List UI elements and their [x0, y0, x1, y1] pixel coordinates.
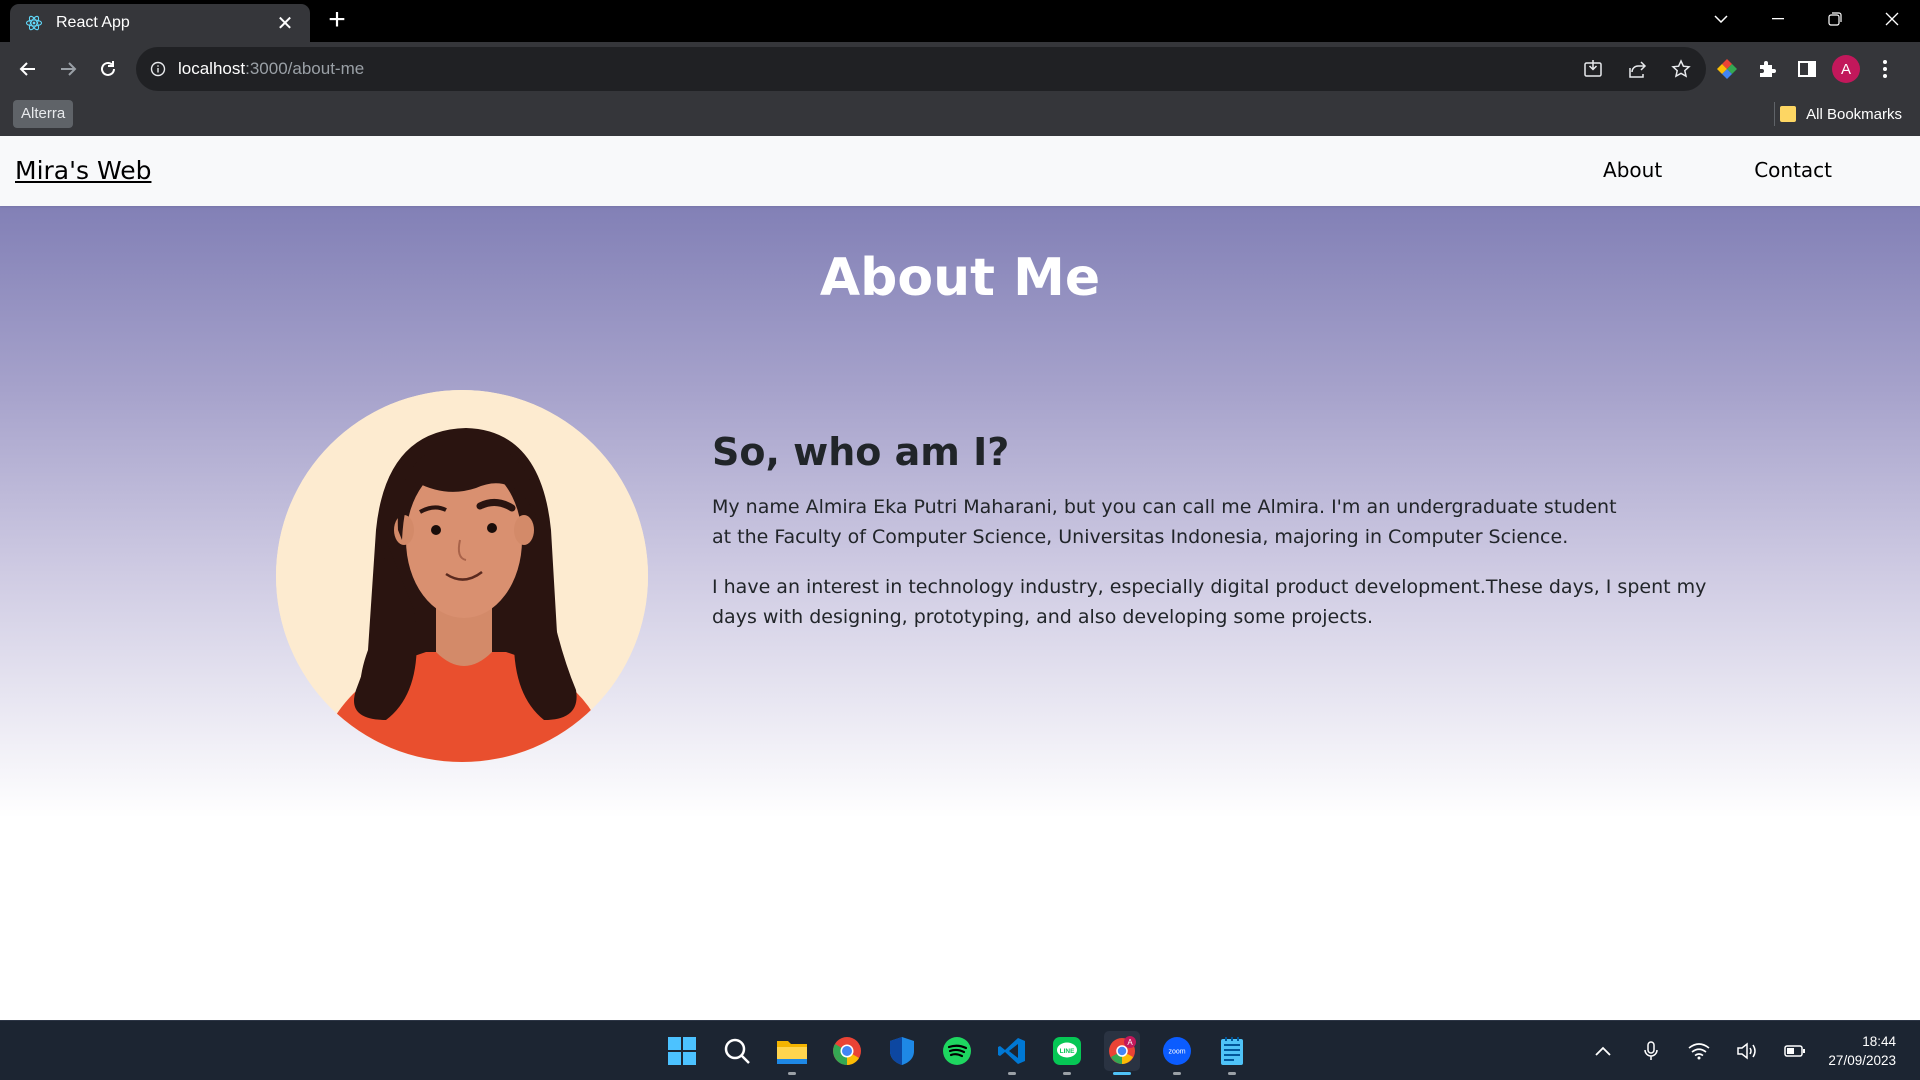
- running-indicator: [1228, 1072, 1236, 1075]
- vscode-icon[interactable]: [994, 1031, 1030, 1075]
- bookmark-alterra[interactable]: Alterra: [13, 100, 74, 128]
- all-bookmarks-label: All Bookmarks: [1806, 105, 1902, 123]
- chrome-profile-icon[interactable]: A: [1104, 1031, 1140, 1075]
- site-brand-link[interactable]: Mira's Web: [15, 156, 151, 185]
- notepad-icon[interactable]: [1214, 1031, 1250, 1075]
- battery-icon[interactable]: [1780, 1036, 1810, 1066]
- search-icon[interactable]: [719, 1031, 755, 1071]
- about-paragraph-1: My name Almira Eka Putri Maharani, but y…: [712, 496, 1617, 548]
- restore-button[interactable]: [1806, 0, 1863, 38]
- svg-text:A: A: [1127, 1038, 1133, 1047]
- tab-search-icon[interactable]: [1692, 0, 1749, 38]
- spotify-icon[interactable]: [939, 1031, 975, 1071]
- extensions-area: A: [1712, 53, 1900, 85]
- system-clock[interactable]: 18:44 27/09/2023: [1828, 1032, 1896, 1070]
- about-heading: So, who am I?: [712, 430, 1010, 474]
- bookmarks-divider: [1774, 102, 1775, 126]
- window-controls: [1692, 0, 1920, 38]
- all-bookmarks-button[interactable]: All Bookmarks: [1780, 100, 1902, 128]
- site-navbar: Mira's Web About Contact: [0, 136, 1920, 206]
- page-title: About Me: [819, 248, 1101, 308]
- file-explorer-icon[interactable]: [774, 1031, 810, 1075]
- active-indicator: [1113, 1072, 1131, 1075]
- taskbar-apps: LINE A zoom: [664, 1031, 1250, 1075]
- chevron-up-icon[interactable]: [1588, 1036, 1618, 1066]
- address-bar[interactable]: localhost:3000/about-me: [136, 47, 1706, 91]
- bookmark-star-icon[interactable]: [1666, 54, 1696, 84]
- tab-title: React App: [56, 14, 130, 31]
- microphone-icon[interactable]: [1636, 1036, 1666, 1066]
- windows-start-icon[interactable]: [664, 1031, 700, 1071]
- running-indicator: [1063, 1072, 1071, 1075]
- more-menu-icon[interactable]: [1870, 54, 1900, 84]
- wifi-icon[interactable]: [1684, 1036, 1714, 1066]
- about-paragraph-2: I have an interest in technology industr…: [712, 576, 1707, 628]
- web-page: Mira's Web About Contact About Me So, wh…: [0, 136, 1920, 1020]
- taskbar: LINE A zoom 18:44 27/09/2023: [0, 1020, 1920, 1080]
- omnibox-actions: [1578, 47, 1696, 91]
- folder-icon: [1780, 106, 1797, 122]
- system-tray: 18:44 27/09/2023: [1588, 1027, 1896, 1075]
- extensions-puzzle-icon[interactable]: [1752, 54, 1782, 84]
- browser-tab-bar: React App ✕ +: [0, 0, 1920, 42]
- profile-illustration: [276, 390, 648, 762]
- back-button[interactable]: [12, 53, 44, 85]
- running-indicator: [1008, 1072, 1016, 1075]
- reload-button[interactable]: [92, 53, 124, 85]
- share-icon[interactable]: [1622, 54, 1652, 84]
- svg-text:LINE: LINE: [1060, 1048, 1075, 1055]
- side-panel-icon[interactable]: [1792, 54, 1822, 84]
- line-icon[interactable]: LINE: [1049, 1031, 1085, 1075]
- url-path: :3000/about-me: [245, 59, 365, 78]
- close-tab-icon[interactable]: ✕: [274, 11, 296, 36]
- url-text: localhost:3000/about-me: [178, 59, 364, 79]
- chrome-icon[interactable]: [829, 1031, 865, 1071]
- volume-icon[interactable]: [1732, 1036, 1762, 1066]
- windows-security-icon[interactable]: [884, 1031, 920, 1071]
- running-indicator: [1173, 1072, 1181, 1075]
- about-section: About Me So, who am I? My name Almira Ek…: [0, 206, 1920, 818]
- site-info-icon[interactable]: [148, 59, 168, 79]
- zoom-icon[interactable]: zoom: [1159, 1031, 1195, 1075]
- browser-tab[interactable]: React App ✕: [10, 4, 310, 42]
- profile-avatar[interactable]: A: [1832, 55, 1860, 83]
- nav-link-about[interactable]: About: [1603, 158, 1662, 182]
- new-tab-button[interactable]: +: [322, 5, 352, 36]
- react-icon: [24, 13, 44, 33]
- about-text: So, who am I? My name Almira Eka Putri M…: [712, 430, 1732, 652]
- nav-links: About Contact: [1603, 158, 1832, 182]
- install-app-icon[interactable]: [1578, 54, 1608, 84]
- forward-button[interactable]: [52, 53, 84, 85]
- url-host: localhost: [178, 59, 246, 78]
- close-window-button[interactable]: [1863, 0, 1920, 38]
- color-extension-icon[interactable]: [1712, 54, 1742, 84]
- running-indicator: [788, 1072, 796, 1075]
- svg-text:zoom: zoom: [1168, 1049, 1185, 1056]
- minimize-button[interactable]: [1749, 0, 1806, 38]
- clock-time: 18:44: [1862, 1034, 1896, 1049]
- browser-toolbar: localhost:3000/about-me A: [0, 42, 1920, 96]
- bookmarks-bar: Alterra All Bookmarks: [0, 96, 1920, 136]
- nav-link-contact[interactable]: Contact: [1754, 158, 1832, 182]
- clock-date: 27/09/2023: [1828, 1053, 1896, 1068]
